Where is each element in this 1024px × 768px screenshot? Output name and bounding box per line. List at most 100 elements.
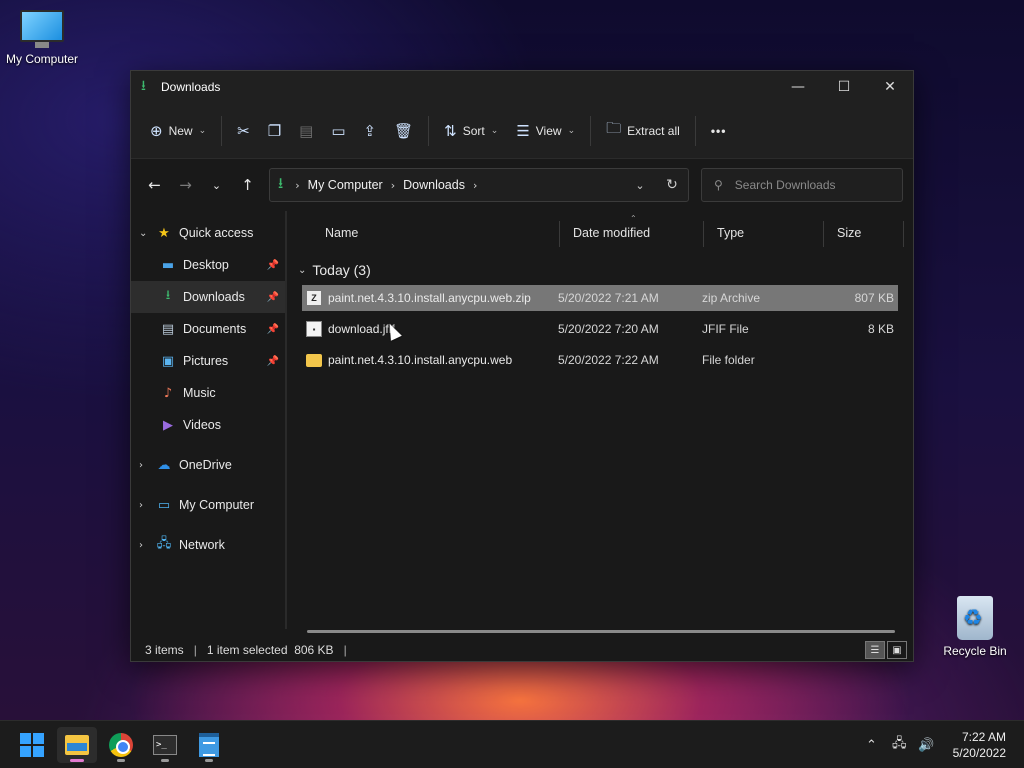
- download-icon: ⭳: [141, 78, 146, 94]
- tiles-view-button[interactable]: ▣: [887, 641, 907, 659]
- minimize-button[interactable]: —: [775, 71, 821, 103]
- sidebar-item-downloads[interactable]: ⭳ Downloads 📌: [131, 281, 285, 313]
- chevron-up-icon: ⌃: [866, 737, 877, 753]
- desktop-my-computer-icon[interactable]: My Computer: [0, 10, 84, 66]
- sidebar-item-network[interactable]: › 🖧 Network: [131, 529, 285, 561]
- rename-button[interactable]: ▭: [322, 114, 354, 148]
- toolbar-divider: [428, 115, 430, 146]
- network-status-button[interactable]: 🖧: [892, 721, 907, 768]
- close-button[interactable]: ✕: [867, 71, 913, 103]
- chrome-icon: [109, 733, 133, 757]
- file-size: 807 KB: [854, 291, 894, 305]
- file-name: paint.net.4.3.10.install.anycpu.web: [328, 353, 513, 367]
- view-label: View: [535, 123, 562, 138]
- column-divider[interactable]: [903, 221, 904, 247]
- chevron-right-icon[interactable]: ›: [139, 540, 155, 551]
- file-explorer-icon: [65, 735, 89, 755]
- column-divider[interactable]: [703, 221, 704, 247]
- column-header-date[interactable]: Date modified: [565, 211, 650, 255]
- copy-button[interactable]: ❐: [259, 114, 290, 148]
- forward-button[interactable]: →: [170, 170, 201, 200]
- more-ellipsis-icon: •••: [710, 123, 727, 138]
- file-date: 5/20/2022 7:21 AM: [558, 291, 659, 305]
- zip-icon: Z: [306, 290, 322, 306]
- file-row[interactable]: paint.net.4.3.10.install.anycpu.web 5/20…: [302, 347, 898, 373]
- column-header-name[interactable]: Name: [317, 211, 358, 255]
- chevron-right-icon: ›: [295, 178, 300, 192]
- share-icon: ⇪: [363, 121, 377, 140]
- taskbar-notepad[interactable]: [189, 727, 229, 763]
- file-type: File folder: [702, 353, 755, 367]
- view-button[interactable]: ☰ View ⌄: [507, 114, 584, 148]
- more-options-button[interactable]: •••: [702, 114, 736, 148]
- cut-button[interactable]: ✂: [228, 114, 259, 148]
- sidebar-item-label: My Computer: [179, 498, 255, 512]
- volume-button[interactable]: 🔊: [918, 721, 934, 768]
- chevron-down-icon[interactable]: ⌄: [139, 228, 155, 239]
- terminal-icon: >_: [153, 735, 177, 755]
- clock-date: 5/20/2022: [952, 746, 1006, 760]
- address-history-button[interactable]: ⌄: [624, 169, 656, 201]
- title-bar[interactable]: ⭳ Downloads — ☐ ✕: [131, 71, 913, 103]
- system-clock[interactable]: 7:22 AM 5/20/2022: [953, 729, 1006, 761]
- taskbar-file-explorer[interactable]: [57, 727, 97, 763]
- horizontal-scrollbar[interactable]: [307, 630, 895, 633]
- windows-logo-icon: [20, 733, 44, 757]
- start-button[interactable]: [12, 727, 52, 763]
- refresh-button[interactable]: ↻: [656, 169, 688, 201]
- desktop-recycle-bin-icon[interactable]: Recycle Bin: [933, 596, 1017, 658]
- clipboard-icon: ▤: [299, 121, 314, 140]
- show-hidden-icons-button[interactable]: ⌃: [866, 721, 877, 768]
- sidebar-item-quick-access[interactable]: ⌄ ★ Quick access: [131, 217, 285, 249]
- details-view-button[interactable]: ☰: [865, 641, 885, 659]
- paste-button[interactable]: ▤: [290, 114, 322, 148]
- delete-button[interactable]: 🗑: [385, 114, 422, 148]
- column-header-type[interactable]: Type: [709, 211, 744, 255]
- column-divider[interactable]: [823, 221, 824, 247]
- back-button[interactable]: ←: [139, 170, 170, 200]
- sort-button[interactable]: ⇅ Sort ⌄: [435, 114, 507, 148]
- new-button[interactable]: ⊕ New ⌄: [141, 114, 215, 148]
- file-type: JFIF File: [702, 322, 749, 336]
- network-icon: 🖧: [156, 536, 172, 551]
- chevron-right-icon[interactable]: ›: [139, 460, 155, 471]
- chevron-right-icon[interactable]: ›: [139, 500, 155, 511]
- sidebar-item-onedrive[interactable]: › ☁ OneDrive: [131, 449, 285, 481]
- up-button[interactable]: ↑: [232, 170, 263, 200]
- breadcrumb-downloads[interactable]: Downloads: [403, 178, 465, 192]
- pin-icon[interactable]: 📌: [267, 292, 279, 303]
- navigation-bar: ← → ⌄ ↑ ⭳ › My Computer › Downloads › ⌄ …: [131, 159, 913, 211]
- file-list-pane: ⌃ Name Date modified Type Size ⌄ Today (…: [287, 211, 913, 629]
- file-size: 8 KB: [867, 322, 894, 336]
- breadcrumb-my-computer[interactable]: My Computer: [308, 178, 383, 192]
- group-header-today[interactable]: ⌄ Today (3): [295, 255, 913, 285]
- share-button[interactable]: ⇪: [355, 114, 386, 148]
- search-box[interactable]: ⚲ Search Downloads: [701, 168, 903, 202]
- file-type: zip Archive: [702, 291, 761, 305]
- chevron-right-icon: ›: [472, 178, 478, 192]
- sidebar-item-my-computer[interactable]: › ▭ My Computer: [131, 489, 285, 521]
- toolbar-divider: [694, 115, 696, 146]
- sidebar-item-videos[interactable]: ▶ Videos: [131, 409, 285, 441]
- sidebar-item-documents[interactable]: ▤ Documents 📌: [131, 313, 285, 345]
- file-row[interactable]: Zpaint.net.4.3.10.install.anycpu.web.zip…: [302, 285, 898, 311]
- pin-icon[interactable]: 📌: [267, 260, 279, 271]
- column-header-size[interactable]: Size: [829, 211, 861, 255]
- arrow-up-icon: ↑: [241, 176, 254, 194]
- recent-locations-button[interactable]: ⌄: [201, 170, 232, 200]
- chevron-down-icon: ⌄: [490, 125, 499, 136]
- pin-icon[interactable]: 📌: [267, 324, 279, 335]
- column-divider[interactable]: [559, 221, 560, 247]
- extract-all-button[interactable]: 🗀 Extract all: [597, 114, 689, 148]
- sidebar-item-desktop[interactable]: ▬ Desktop 📌: [131, 249, 285, 281]
- maximize-button[interactable]: ☐: [821, 71, 867, 103]
- taskbar-terminal[interactable]: >_: [145, 727, 185, 763]
- sidebar-item-music[interactable]: ♪ Music: [131, 377, 285, 409]
- pin-icon[interactable]: 📌: [267, 356, 279, 367]
- details-view-icon: ☰: [870, 644, 880, 656]
- sidebar-item-label: Desktop: [183, 258, 229, 272]
- sidebar-item-pictures[interactable]: ▣ Pictures 📌: [131, 345, 285, 377]
- address-bar[interactable]: ⭳ › My Computer › Downloads › ⌄ ↻: [269, 168, 689, 202]
- taskbar-chrome[interactable]: [101, 727, 141, 763]
- window-title: Downloads: [161, 80, 221, 94]
